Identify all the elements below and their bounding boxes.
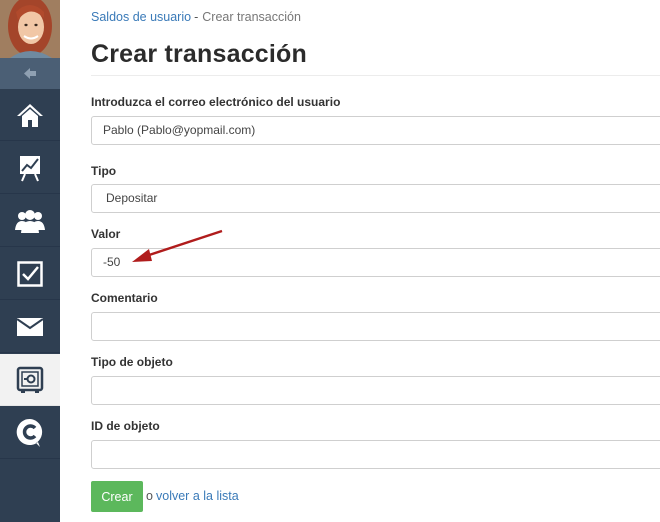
- object-id-input[interactable]: [91, 440, 660, 469]
- comment-input[interactable]: [91, 312, 660, 341]
- home-icon: [17, 103, 43, 127]
- breadcrumb: Saldos de usuario - Crear transacción: [91, 10, 301, 24]
- comment-field-label: Comentario: [91, 291, 158, 305]
- checkbox-icon: [17, 260, 43, 287]
- sidebar-item-home[interactable]: [0, 89, 60, 141]
- mail-icon: [17, 317, 43, 336]
- object-id-field-label: ID de objeto: [91, 419, 160, 433]
- sidebar-item-users[interactable]: [0, 195, 60, 247]
- sidebar-item-balances[interactable]: [0, 354, 60, 406]
- main-content: Saldos de usuario - Crear transacción Crea…: [91, 0, 660, 522]
- or-text: o: [146, 489, 153, 503]
- back-to-list-link[interactable]: volver a la lista: [156, 489, 239, 503]
- object-type-input[interactable]: [91, 376, 660, 405]
- email-field[interactable]: Pablo (Pablo@yopmail.com): [91, 116, 660, 145]
- user-avatar[interactable]: [0, 0, 60, 58]
- breadcrumb-parent-link[interactable]: Saldos de usuario: [91, 10, 191, 24]
- sidebar-item-messages[interactable]: [0, 301, 60, 353]
- users-icon: [15, 209, 45, 233]
- amount-input[interactable]: -50: [91, 248, 660, 277]
- sidebar-item-tasks[interactable]: [0, 248, 60, 300]
- amount-field-label: Valor: [91, 227, 121, 241]
- collapse-arrow-icon[interactable]: [23, 67, 37, 80]
- c-logo-icon: [16, 418, 43, 447]
- create-button[interactable]: Crear: [91, 481, 143, 512]
- breadcrumb-current: Crear transacción: [202, 10, 301, 24]
- object-type-field-label: Tipo de objeto: [91, 355, 173, 369]
- type-select[interactable]: Depositar: [91, 184, 660, 213]
- title-divider: [91, 75, 660, 76]
- sidebar-item-app[interactable]: [0, 407, 60, 459]
- sidebar-item-reports[interactable]: [0, 142, 60, 194]
- sidebar: [0, 0, 60, 522]
- chart-icon: [20, 155, 40, 181]
- avatar-photo: [0, 0, 60, 58]
- sidebar-collapse-bar[interactable]: [0, 58, 60, 89]
- safe-icon: [16, 366, 44, 393]
- page-title: Crear transacción: [91, 40, 307, 68]
- type-field-label: Tipo: [91, 164, 117, 178]
- breadcrumb-separator: -: [194, 10, 199, 24]
- email-field-label: Introduzca el correo electrónico del usu…: [91, 95, 341, 109]
